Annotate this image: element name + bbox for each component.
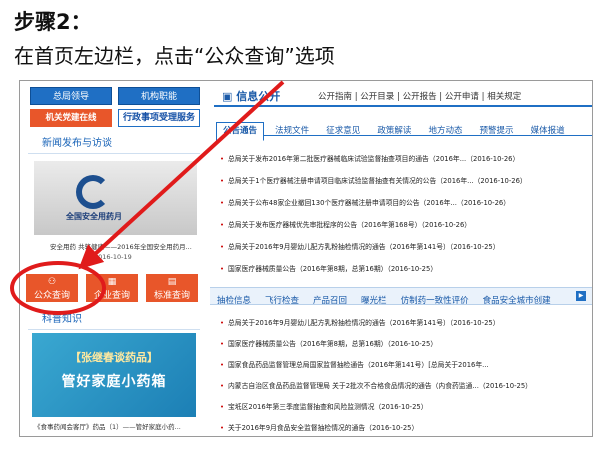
bar-flight-check[interactable]: 飞行检查 bbox=[258, 293, 306, 309]
list-item[interactable]: • 总局关于公布48家企业撤回130个医疗器械注册申请项目的公告（2016年...… bbox=[220, 197, 510, 207]
admin-service-button[interactable]: 行政事项受理服务 bbox=[118, 109, 200, 127]
info-title-text: 信息公开 bbox=[236, 90, 281, 103]
list-item[interactable]: • 国家食品药品监督管理总局国家监督抽检通告（2016年第141号）[总局关于20… bbox=[220, 359, 489, 369]
institution-label: 机构职能 bbox=[140, 92, 177, 102]
tab-warnings[interactable]: 预警提示 bbox=[474, 123, 520, 140]
info-header: ▣ 信息公开 公开指南 | 公开目录 | 公开报告 | 公开申请 | 相关规定 bbox=[214, 85, 592, 107]
document-icon: ▤ bbox=[167, 277, 177, 287]
left-sidebar: 总局领导 机构职能 机关党建在线 行政事项受理服务 新闻发布与访谈 全国安全用药… bbox=[20, 81, 204, 436]
list-item[interactable]: • 总局关于1个医疗器械注册申请项目临床试验监督抽查有关情况的公告（2016年..… bbox=[220, 175, 527, 185]
list-item[interactable]: • 国家医疗器械质量公告（2016年第8期，总第16期）（2016-10-25） bbox=[220, 338, 437, 348]
step-title: 步骤2： bbox=[14, 10, 92, 34]
list-item-text: 关于2016年9月食品安全监督抽检情况的通告（2016-10-25） bbox=[228, 424, 419, 432]
leadership-button[interactable]: 总局领导 bbox=[30, 87, 112, 105]
leadership-label: 总局领导 bbox=[52, 92, 89, 102]
list-item[interactable]: • 关于2016年9月食品安全监督抽检情况的通告（2016-10-25） bbox=[220, 422, 418, 432]
bar-inspection[interactable]: 抽检信息 bbox=[210, 293, 258, 309]
building-icon: ▦ bbox=[107, 277, 117, 287]
list-item-text: 宝坻区2016年第三季度监督抽查和风险监测情况（2016-10-25） bbox=[228, 403, 428, 411]
list-item-text: 总局关于2016年9月婴幼儿配方乳粉抽检情况的通告（2016年第141号）（20… bbox=[228, 319, 500, 327]
list-item[interactable]: • 总局关于发布2016年第二批医疗器械临床试验监督抽查项目的通告（2016年..… bbox=[220, 153, 519, 163]
inspection-bar: 抽检信息 飞行检查 产品召回 曝光栏 仿制药一致性评价 食品安全城市创建 ▶ bbox=[210, 287, 592, 306]
promo-caption[interactable]: 《食事药闻会客厅》药品（1）——管好家庭小药... bbox=[34, 421, 181, 431]
enterprise-query-label: 企业查询 bbox=[93, 291, 130, 301]
link-guide[interactable]: 公开指南 bbox=[318, 92, 352, 102]
info-title: ▣ 信息公开 bbox=[222, 90, 281, 103]
list-item[interactable]: • 总局关于2016年9月婴幼儿配方乳粉抽检情况的通告（2016年第141号）（2… bbox=[220, 317, 500, 327]
info-public-panel: ▣ 信息公开 公开指南 | 公开目录 | 公开报告 | 公开申请 | 相关规定 … bbox=[210, 81, 592, 436]
logo-icon bbox=[76, 175, 110, 209]
news-image[interactable]: 全国安全用药月 bbox=[34, 161, 197, 235]
list-item-text: 总局关于1个医疗器械注册申请项目临床试验监督抽查有关情况的公告（2016年...… bbox=[228, 177, 527, 185]
enterprise-query-button[interactable]: ▦ 企业查询 bbox=[86, 274, 138, 302]
link-apply[interactable]: 公开申请 bbox=[445, 92, 479, 102]
institution-button[interactable]: 机构职能 bbox=[118, 87, 200, 105]
tab-media[interactable]: 媒体报道 bbox=[525, 123, 571, 140]
bar-generic-drug[interactable]: 仿制药一致性评价 bbox=[394, 293, 476, 309]
chevron-right-icon[interactable]: ▶ bbox=[576, 291, 586, 301]
promo-line1: 【张继春谈药品】 bbox=[70, 351, 158, 364]
info-tabs: 公告通告 法规文件 征求意见 政策解读 地方动态 预警提示 媒体报道 bbox=[216, 118, 592, 141]
list-item-text: 国家医疗器械质量公告（2016年第8期，总第16期）（2016-10-25） bbox=[228, 340, 438, 348]
list-item[interactable]: • 总局关于发布医疗器械优先审批程序的公告（2016年第168号）（2016-10… bbox=[220, 219, 471, 229]
news-caption[interactable]: 安全用药 共筑健康——2016年全国安全用药月... bbox=[50, 241, 192, 251]
science-promo-image[interactable]: 【张继春谈药品】 管好家庭小药箱 bbox=[32, 333, 196, 417]
list-item[interactable]: • 宝坻区2016年第三季度监督抽查和风险监测情况（2016-10-25） bbox=[220, 401, 428, 411]
people-icon: ⚇ bbox=[47, 277, 57, 287]
list-item-text: 内蒙古自治区食品药品监督管理局 关于2批次不合格食品情况的通告（内食药监通...… bbox=[228, 382, 532, 390]
list-item-text: 总局关于2016年9月婴幼儿配方乳粉抽检情况的通告（2016年第141号）（20… bbox=[228, 243, 500, 251]
news-section-header: 新闻发布与访谈 bbox=[28, 136, 200, 154]
standard-query-label: 标准查询 bbox=[153, 291, 190, 301]
list-item[interactable]: • 内蒙古自治区食品药品监督管理局 关于2批次不合格食品情况的通告（内食药监通..… bbox=[220, 380, 532, 390]
link-report[interactable]: 公开报告 bbox=[403, 92, 437, 102]
link-rules[interactable]: 相关规定 bbox=[487, 92, 521, 102]
link-catalog[interactable]: 公开目录 bbox=[360, 92, 394, 102]
promo-line2: 管好家庭小药箱 bbox=[61, 374, 167, 390]
news-date: 2016-10-19 bbox=[94, 253, 132, 261]
tab-announcements[interactable]: 公告通告 bbox=[216, 122, 265, 141]
list-item-text: 总局关于发布2016年第二批医疗器械临床试验监督抽查项目的通告（2016年...… bbox=[228, 155, 520, 163]
tab-comments[interactable]: 征求意见 bbox=[320, 123, 366, 140]
tab-local[interactable]: 地方动态 bbox=[422, 123, 468, 140]
list-item-text: 总局关于发布医疗器械优先审批程序的公告（2016年第168号）（2016-10-… bbox=[228, 221, 472, 229]
standard-query-button[interactable]: ▤ 标准查询 bbox=[146, 274, 198, 302]
step-description: 在首页左边栏，点击“公众查询”选项 bbox=[14, 44, 335, 68]
tab-policy[interactable]: 政策解读 bbox=[371, 123, 417, 140]
list-item-text: 国家医疗器械质量公告（2016年第8期，总第16期）（2016-10-25） bbox=[228, 265, 438, 273]
public-query-label: 公众查询 bbox=[33, 291, 70, 301]
admin-service-label: 行政事项受理服务 bbox=[122, 113, 195, 123]
info-links: 公开指南 | 公开目录 | 公开报告 | 公开申请 | 相关规定 bbox=[318, 92, 522, 102]
list-item[interactable]: • 总局关于2016年9月婴幼儿配方乳粉抽检情况的通告（2016年第141号）（2… bbox=[220, 241, 500, 251]
science-section-header: 科普知识 bbox=[28, 312, 200, 330]
list-item-text: 国家食品药品监督管理总局国家监督抽检通告（2016年第141号）[总局关于201… bbox=[228, 361, 489, 369]
list-item[interactable]: • 国家医疗器械质量公告（2016年第8期，总第16期）（2016-10-25） bbox=[220, 263, 437, 273]
public-query-button[interactable]: ⚇ 公众查询 bbox=[26, 274, 78, 302]
bar-recall[interactable]: 产品召回 bbox=[306, 293, 354, 309]
bar-food-safety[interactable]: 食品安全城市创建 bbox=[476, 293, 558, 309]
news-image-logo-text: 全国安全用药月 bbox=[66, 212, 122, 221]
list-item-text: 总局关于公布48家企业撤回130个医疗器械注册申请项目的公告（2016年...（… bbox=[228, 199, 511, 207]
bar-exposure[interactable]: 曝光栏 bbox=[354, 293, 394, 309]
website-screenshot: 总局领导 机构职能 机关党建在线 行政事项受理服务 新闻发布与访谈 全国安全用药… bbox=[19, 80, 593, 437]
party-building-button[interactable]: 机关党建在线 bbox=[30, 109, 112, 127]
party-building-label: 机关党建在线 bbox=[45, 113, 97, 123]
tab-regulations[interactable]: 法规文件 bbox=[269, 123, 315, 140]
